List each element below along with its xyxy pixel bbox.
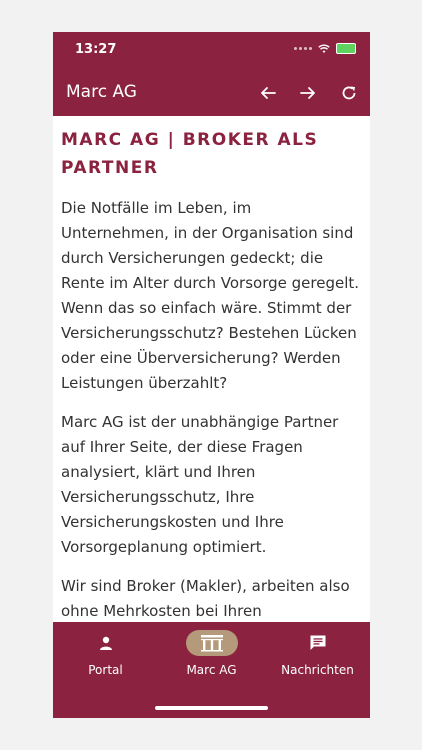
arrow-right-icon xyxy=(300,87,315,99)
forward-button[interactable] xyxy=(295,80,321,106)
reload-button[interactable] xyxy=(336,80,362,106)
reload-icon xyxy=(342,86,356,100)
tab-nachrichten[interactable]: Nachrichten xyxy=(265,630,370,677)
tab-marc-ag-label: Marc AG xyxy=(186,663,237,677)
tab-portal[interactable]: Portal xyxy=(53,630,158,677)
app-title: Marc AG xyxy=(66,82,137,102)
web-content[interactable]: MARC AG | BROKER ALS PARTNER Die Notfäll… xyxy=(53,116,370,622)
paragraph-3: Wir sind Broker (Makler), arbeiten also … xyxy=(61,577,350,620)
app-bar: Marc AG xyxy=(53,70,370,116)
active-tab-indicator xyxy=(185,630,238,656)
phone-screen: 13:27 Marc AG MARC AG | BROKER ALS PARTN… xyxy=(53,32,370,718)
tab-marc-ag[interactable]: Marc AG xyxy=(159,630,264,677)
tab-bar: Portal Marc AG Nachrichten xyxy=(53,622,370,718)
tab-nachrichten-label: Nachrichten xyxy=(281,663,354,677)
paragraph-2: Marc AG ist der unabhängige Partner auf … xyxy=(61,413,339,556)
page-heading: MARC AG | BROKER ALS PARTNER xyxy=(61,130,319,178)
person-icon xyxy=(99,636,112,650)
wifi-icon xyxy=(318,44,330,53)
message-icon xyxy=(310,635,325,650)
status-time: 13:27 xyxy=(75,42,117,57)
back-button[interactable] xyxy=(255,80,281,106)
status-bar: 13:27 xyxy=(53,32,370,70)
home-indicator[interactable] xyxy=(155,706,268,710)
status-icons xyxy=(294,43,356,54)
tab-portal-label: Portal xyxy=(88,663,123,677)
building-icon xyxy=(200,635,223,652)
arrow-left-icon xyxy=(261,87,276,99)
battery-icon xyxy=(336,43,356,54)
paragraph-1: Die Notfälle im Leben, im Unternehmen, i… xyxy=(61,199,360,392)
signal-icon xyxy=(294,47,312,50)
